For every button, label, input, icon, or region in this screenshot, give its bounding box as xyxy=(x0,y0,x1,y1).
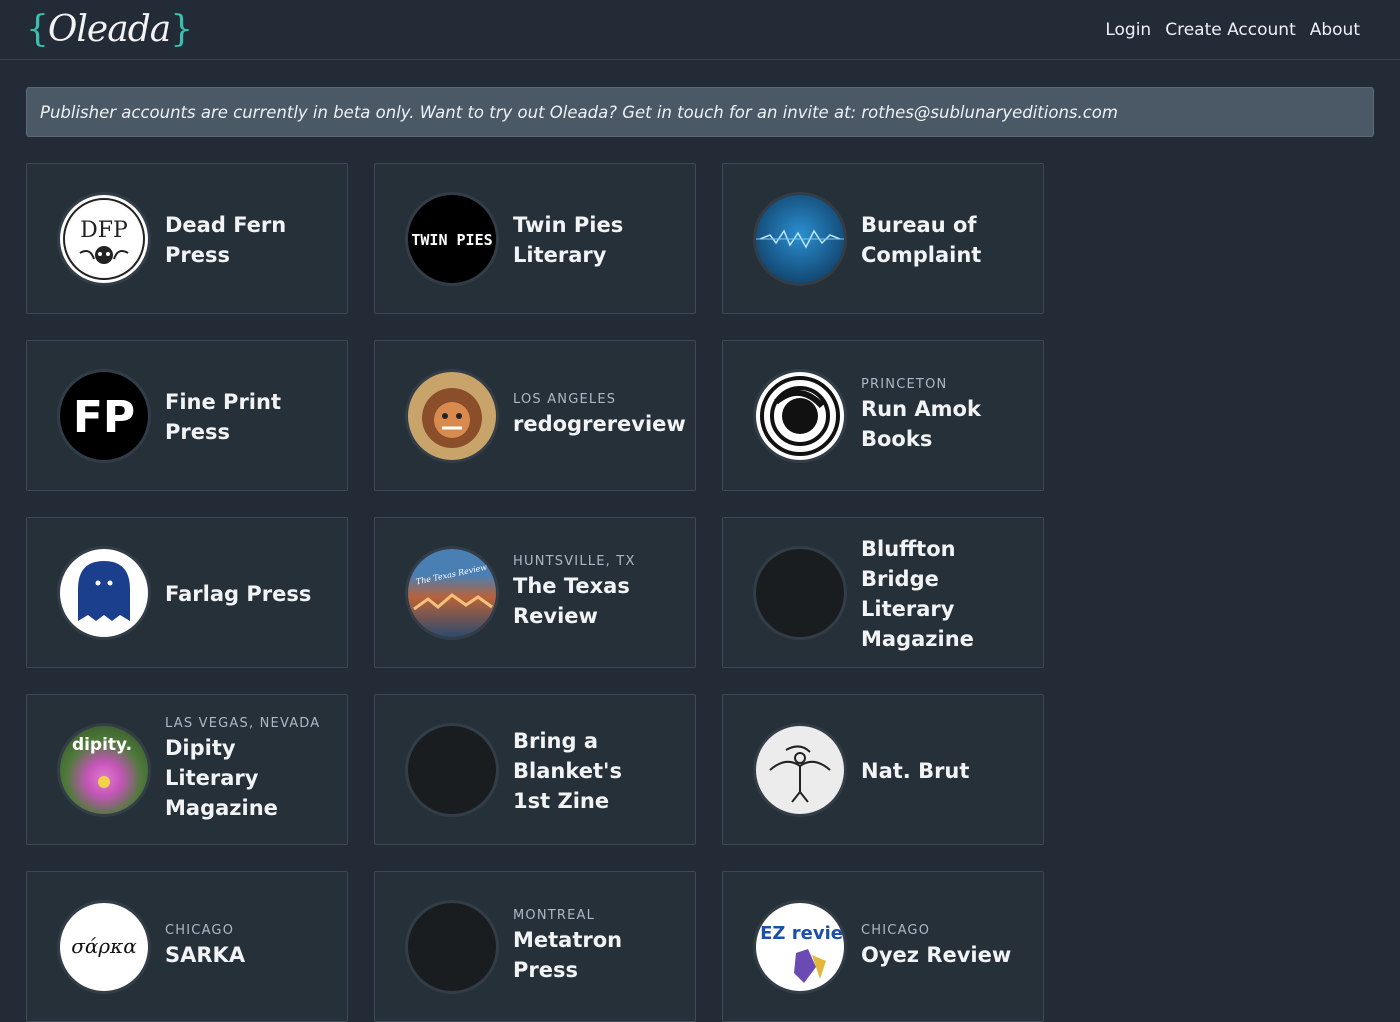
dark-placeholder-icon xyxy=(405,899,499,994)
about-link[interactable]: About xyxy=(1310,20,1360,40)
publisher-grid: DFP Dead Fern Press TWIN PIES Twin Pies … xyxy=(26,163,1044,1022)
publisher-name: Oyez Review xyxy=(861,943,1012,967)
publisher-card[interactable]: Bring a Blanket's 1st Zine xyxy=(374,694,696,845)
publisher-name: Dead Fern Press xyxy=(165,212,287,267)
publisher-card[interactable]: The Texas Review HUNTSVILLE, TX The Texa… xyxy=(374,517,696,668)
publisher-card[interactable]: MONTREAL Metatron Press xyxy=(374,871,696,1022)
publisher-location: LOS ANGELES xyxy=(513,392,617,407)
publisher-card[interactable]: Bureau of Complaint xyxy=(722,163,1044,314)
publisher-location: HUNTSVILLE, TX xyxy=(513,554,636,569)
waveform-image-icon xyxy=(753,191,847,286)
swirl-logo-icon xyxy=(753,368,847,463)
logo-text: Oleada xyxy=(47,9,171,50)
winged-figure-sketch-icon xyxy=(753,722,847,817)
nav-links: Login Create Account About xyxy=(1105,20,1360,40)
publisher-name: Farlag Press xyxy=(165,581,312,606)
flower-cover-icon: dipity. xyxy=(57,722,151,817)
publisher-name: Dipity Literary Magazine xyxy=(165,736,278,820)
navbar: {Oleada} Login Create Account About xyxy=(0,0,1400,60)
publisher-name: Bluffton Bridge Literary Magazine xyxy=(861,536,974,651)
dfp-logo-icon: DFP xyxy=(57,191,151,286)
blue-creature-logo-icon xyxy=(57,545,151,640)
twin-pies-logo-icon: TWIN PIES xyxy=(405,191,499,286)
publisher-name: Fine Print Press xyxy=(165,389,281,444)
publisher-location: LAS VEGAS, NEVADA xyxy=(165,716,321,731)
texas-review-cover-icon: The Texas Review xyxy=(405,545,499,640)
publisher-card[interactable]: Farlag Press xyxy=(26,517,348,668)
publisher-name: Bureau of Complaint xyxy=(861,212,982,267)
oleada-logo[interactable]: {Oleada} xyxy=(26,9,193,50)
publisher-card[interactable]: σάρκα CHICAGO SARKA xyxy=(26,871,348,1022)
publisher-location: CHICAGO xyxy=(165,923,235,938)
publisher-card[interactable]: FP Fine Print Press xyxy=(26,340,348,491)
publisher-card[interactable]: PRINCETON Run Amok Books xyxy=(722,340,1044,491)
dfp-avatar-text: DFP xyxy=(80,218,128,243)
dipity-avatar-text: dipity. xyxy=(72,735,132,755)
ogre-illustration-icon xyxy=(405,368,499,463)
publisher-card[interactable]: Nat. Brut xyxy=(722,694,1044,845)
fp-logo-icon: FP xyxy=(57,368,151,463)
publisher-name: Run Amok Books xyxy=(861,397,981,451)
beta-notice-banner: Publisher accounts are currently in beta… xyxy=(26,87,1374,137)
publisher-location: PRINCETON xyxy=(861,377,948,392)
publisher-name: Nat. Brut xyxy=(861,758,970,783)
publisher-name: Twin Pies Literary xyxy=(513,212,624,267)
publisher-card[interactable]: TWIN PIES Twin Pies Literary xyxy=(374,163,696,314)
publisher-name: Metatron Press xyxy=(513,928,623,982)
oyez-avatar-text: OYEZ review xyxy=(756,923,844,944)
twin-pies-avatar-text: TWIN PIES xyxy=(411,231,492,249)
fp-avatar-text: FP xyxy=(73,392,135,443)
create-account-link[interactable]: Create Account xyxy=(1165,20,1296,40)
publisher-card[interactable]: LOS ANGELES redogrereview xyxy=(374,340,696,491)
publisher-card[interactable]: dipity. LAS VEGAS, NEVADA Dipity Literar… xyxy=(26,694,348,845)
dark-placeholder-icon xyxy=(405,722,499,817)
publisher-name: SARKA xyxy=(165,943,246,967)
publisher-location: CHICAGO xyxy=(861,923,931,938)
publisher-card[interactable]: DFP Dead Fern Press xyxy=(26,163,348,314)
publisher-name: Bring a Blanket's 1st Zine xyxy=(513,728,622,813)
publisher-name: The Texas Review xyxy=(513,574,630,628)
oyez-logo-icon: OYEZ review xyxy=(753,899,847,994)
publisher-name: redogrereview xyxy=(513,412,686,436)
publisher-card[interactable]: OYEZ review CHICAGO Oyez Review xyxy=(722,871,1044,1022)
login-link[interactable]: Login xyxy=(1105,20,1151,40)
publisher-location: MONTREAL xyxy=(513,908,596,923)
texas-review-avatar-text: The Texas Review xyxy=(415,562,488,586)
publisher-card[interactable]: Bluffton Bridge Literary Magazine xyxy=(722,517,1044,668)
sarka-avatar-text: σάρκα xyxy=(71,934,137,958)
dark-placeholder-icon xyxy=(753,545,847,640)
greek-text-logo-icon: σάρκα xyxy=(57,899,151,994)
